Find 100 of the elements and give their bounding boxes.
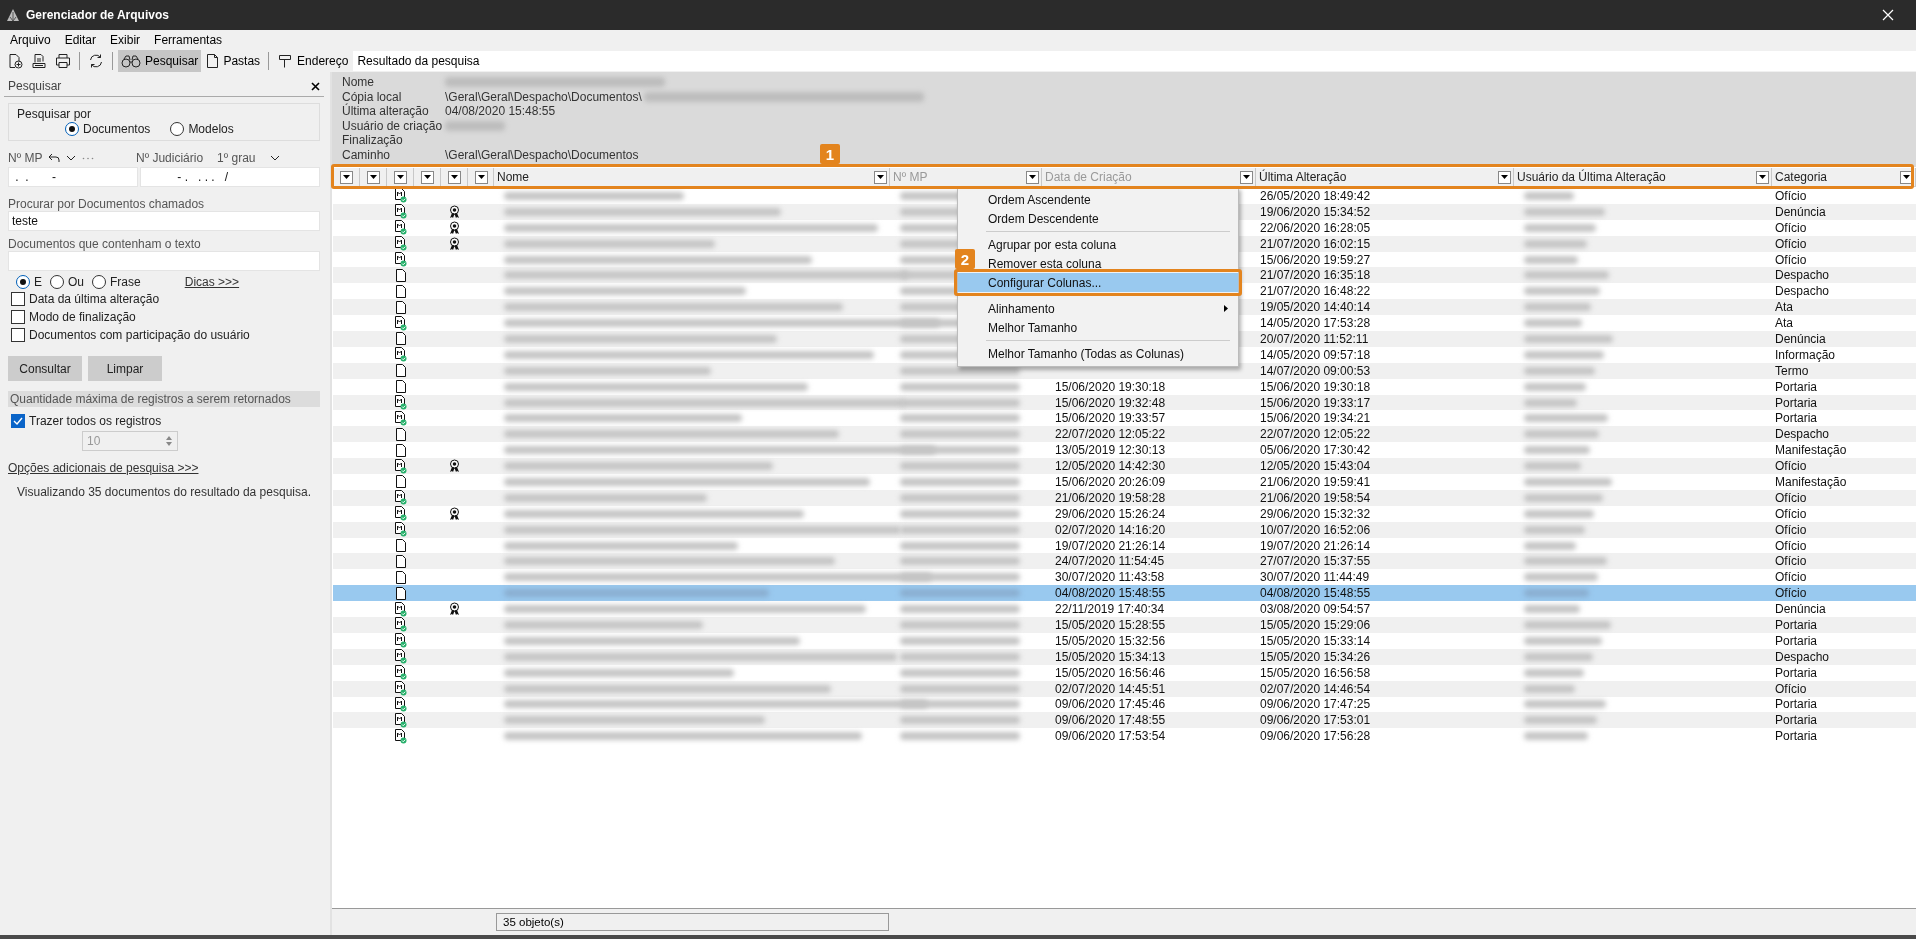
table-cell-text: 15/05/2020 16:56:46 — [1054, 665, 1166, 680]
table-cell-text: 20/07/2020 11:52:11 — [1259, 331, 1369, 346]
table-cell-text: Informação — [1774, 347, 1836, 362]
table-cell-text: 15/06/2020 19:32:48 — [1054, 395, 1166, 410]
callout-badge: 1 — [820, 144, 840, 164]
table-cell-text: Manifestação — [1774, 443, 1847, 458]
table-cell-text: 22/06/2020 16:28:05 — [1259, 220, 1371, 235]
table-cell-text: Despacho — [1774, 268, 1830, 283]
table-cell-text: 30/07/2020 11:43:58 — [1054, 570, 1165, 585]
table-cell-text: 15/06/2020 19:30:18 — [1259, 379, 1371, 394]
table-cell-text: Portaria — [1774, 697, 1818, 712]
table-cell-text: Denúncia — [1774, 331, 1826, 346]
table-cell-text: Despacho — [1774, 284, 1830, 299]
detail-label: Caminho — [342, 147, 392, 162]
table-cell-text: 19/06/2020 15:34:52 — [1259, 204, 1371, 219]
table-cell-text: 15/06/2020 19:34:21 — [1259, 411, 1371, 426]
group-label: Pesquisar por — [17, 107, 93, 121]
table-cell-text: 21/07/2020 16:02:15 — [1259, 236, 1371, 251]
table-cell-text: Denúncia — [1774, 602, 1826, 617]
table-cell-text: Despacho — [1774, 427, 1830, 442]
detail-label: Última alteração — [342, 104, 430, 119]
table-cell-text: 21/06/2020 19:58:54 — [1259, 490, 1371, 505]
table-cell-text: 15/06/2020 19:33:57 — [1054, 411, 1166, 426]
table-cell-text: 21/07/2020 16:48:22 — [1259, 284, 1371, 299]
table-cell-text: 15/05/2020 15:29:06 — [1259, 618, 1371, 632]
table-cell-text: 12/05/2020 14:42:30 — [1054, 459, 1166, 474]
detail-label: Finalização — [342, 133, 404, 148]
table-cell-text: 21/07/2020 16:35:18 — [1259, 268, 1371, 283]
table-cell-text: 02/07/2020 14:46:54 — [1259, 681, 1371, 696]
table-cell-text: Ofício — [1774, 490, 1807, 505]
detail-label: Nome — [342, 75, 375, 90]
detail-value: 04/08/2020 15:48:55 — [445, 104, 556, 119]
table-cell-text: Termo — [1774, 363, 1809, 378]
table-cell-text: 22/07/2020 12:05:22 — [1259, 427, 1371, 442]
detail-value: \Geral\Geral\Despacho\Documentos\ — [445, 89, 642, 104]
table-cell-text: 19/05/2020 14:40:14 — [1259, 300, 1371, 315]
table-cell-text: Ofício — [1774, 506, 1807, 521]
table-cell-text: Ofício — [1774, 570, 1807, 585]
table-cell-text: Ofício — [1774, 554, 1807, 569]
table-cell-text: Ata — [1774, 316, 1793, 331]
table-cell-text: Ata — [1774, 300, 1793, 315]
table-cell-text: 15/05/2020 15:33:14 — [1259, 633, 1371, 648]
detail-label: Usuário de criação — [342, 118, 444, 133]
table-cell-text: Portaria — [1774, 618, 1818, 632]
table-cell-text: 03/08/2020 09:54:57 — [1259, 602, 1371, 617]
table-cell-text: Portaria — [1774, 713, 1818, 728]
field-label: Procurar por Documentos chamados — [8, 197, 206, 211]
table-cell-text: Ofício — [1774, 459, 1807, 474]
table-cell-text: 21/06/2020 19:58:28 — [1054, 490, 1166, 505]
summary-text: Visualizando 35 documentos do resultado da pesquisa. — [16, 485, 312, 499]
table-cell-text: 14/05/2020 09:57:18 — [1259, 347, 1371, 362]
table-cell-text: 02/07/2020 14:16:20 — [1054, 522, 1166, 537]
table-cell-text: Denúncia — [1774, 204, 1826, 219]
table-cell-text: 05/06/2020 17:30:42 — [1259, 443, 1371, 458]
table-cell-text: Portaria — [1774, 665, 1818, 680]
table-cell-text: 12/05/2020 15:43:04 — [1259, 459, 1371, 474]
table-cell-text: 30/07/2020 11:44:49 — [1259, 570, 1370, 585]
table-cell-text: 09/06/2020 17:48:55 — [1054, 713, 1166, 728]
table-cell-text: 15/05/2020 15:32:56 — [1054, 633, 1166, 648]
field-label: Nº Judiciário — [136, 151, 204, 165]
table-cell-text: 09/06/2020 17:53:54 — [1054, 729, 1166, 744]
table-cell-text: 21/06/2020 19:59:41 — [1259, 474, 1371, 489]
field-label: Nº MP — [8, 151, 43, 165]
table-cell-text: Ofício — [1774, 236, 1807, 251]
table-cell-text: Portaria — [1774, 633, 1818, 648]
table-cell-text: 19/07/2020 21:26:14 — [1054, 538, 1166, 553]
callout-badge: 2 — [955, 249, 975, 269]
table-cell-text: Ofício — [1774, 220, 1807, 235]
table-cell-text: 22/07/2020 12:05:22 — [1054, 427, 1166, 442]
section-header: Quantidade máxima de registros a serem retornados — [8, 391, 320, 407]
table-cell-text: 15/05/2020 15:28:55 — [1054, 618, 1166, 632]
table-cell-text: 14/07/2020 09:00:53 — [1259, 363, 1371, 378]
table-cell-text: 15/05/2020 15:34:26 — [1259, 649, 1371, 664]
table-cell-text: Ofício — [1774, 538, 1807, 553]
status-text: 35 objeto(s) — [496, 913, 889, 931]
table-cell-text: Portaria — [1774, 729, 1818, 744]
table-cell-text: Portaria — [1774, 395, 1818, 410]
table-cell-text: 19/07/2020 21:26:14 — [1259, 538, 1371, 553]
table-cell-text: 15/06/2020 19:59:27 — [1259, 252, 1371, 267]
table-cell-text: 09/06/2020 17:56:28 — [1259, 729, 1371, 744]
window-title: Gerenciador de Arquivos — [26, 8, 169, 22]
table-cell-text: Ofício — [1774, 522, 1807, 537]
table-cell-text: 24/07/2020 11:54:45 — [1054, 554, 1165, 569]
detail-label: Cópia local — [342, 89, 403, 104]
table-cell-text: 09/06/2020 17:47:25 — [1259, 697, 1371, 712]
table-cell-text: 27/07/2020 15:37:55 — [1259, 554, 1371, 569]
table-cell-text: Ofício — [1774, 188, 1807, 203]
table-cell-text: Ofício — [1774, 252, 1807, 267]
table-cell-text: 14/05/2020 17:53:28 — [1259, 316, 1371, 331]
table-cell-text: 04/08/2020 15:48:55 — [1054, 586, 1166, 601]
table-cell-text: 02/07/2020 14:45:51 — [1054, 681, 1166, 696]
table-cell-text: 10/07/2020 16:52:06 — [1259, 522, 1371, 537]
table-cell-text: Manifestação — [1774, 474, 1847, 489]
table-cell-text: 09/06/2020 17:53:01 — [1259, 713, 1371, 728]
table-cell-text: 15/06/2020 19:30:18 — [1054, 379, 1166, 394]
table-cell-text: 09/06/2020 17:45:46 — [1054, 697, 1166, 712]
table-cell-text: Despacho — [1774, 649, 1830, 664]
table-cell-text: Portaria — [1774, 379, 1818, 394]
detail-value: \Geral\Geral\Despacho\Documentos — [445, 147, 639, 162]
table-cell-text: 22/11/2019 17:40:34 — [1054, 602, 1165, 617]
